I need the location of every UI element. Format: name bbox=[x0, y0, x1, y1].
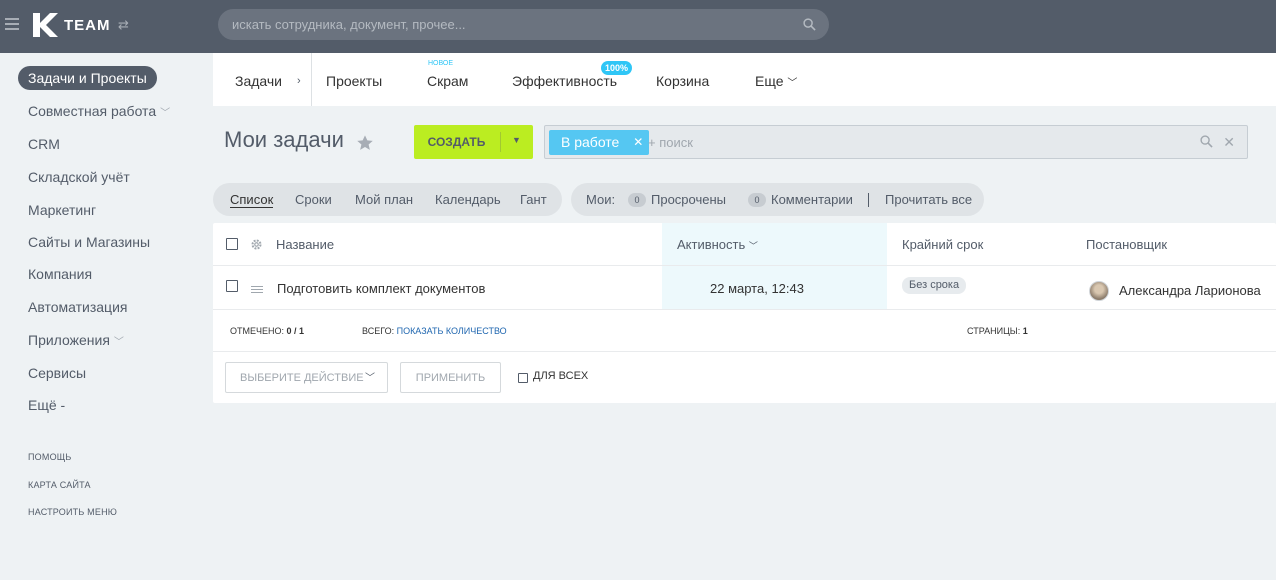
grid-header: Название Активность ﹀ Крайний срок Поста… bbox=[213, 223, 1276, 266]
remove-tag-icon[interactable]: ✕ bbox=[633, 130, 643, 155]
sidebar: Задачи и Проекты Совместная работа ﹀ CRM … bbox=[0, 53, 213, 580]
tab-trash[interactable]: Корзина bbox=[656, 53, 709, 106]
star-icon[interactable] bbox=[356, 134, 374, 152]
view-switcher: Список Сроки Мой план Календарь Гант bbox=[213, 183, 562, 216]
counter-overdue[interactable]: Просрочены bbox=[651, 183, 726, 217]
tab-tasks[interactable]: Задачи bbox=[235, 53, 282, 106]
tab-more[interactable]: Еще ﹀ bbox=[755, 53, 797, 106]
sidebar-item-apps[interactable]: Приложения ﹀ bbox=[18, 328, 134, 352]
column-deadline[interactable]: Крайний срок bbox=[902, 223, 983, 266]
search-icon[interactable] bbox=[1200, 135, 1213, 148]
close-icon[interactable]: ✕ bbox=[1223, 134, 1235, 151]
read-all-link[interactable]: Прочитать все bbox=[885, 183, 972, 217]
show-count-link[interactable]: ПОКАЗАТЬ КОЛИЧЕСТВО bbox=[397, 326, 507, 336]
logo-k-icon bbox=[33, 13, 58, 37]
page-title: Мои задачи bbox=[224, 127, 344, 152]
counters-label: Мои: bbox=[586, 192, 616, 207]
help-link[interactable]: ПОМОЩЬ bbox=[28, 452, 72, 462]
task-activity: 22 марта, 12:43 bbox=[710, 281, 804, 296]
sort-down-icon: ﹀ bbox=[748, 241, 758, 251]
drag-handle-icon[interactable] bbox=[251, 286, 263, 294]
for-all-checkbox[interactable] bbox=[518, 373, 528, 383]
total-count: ВСЕГО: ПОКАЗАТЬ КОЛИЧЕСТВО bbox=[362, 326, 507, 336]
create-separator bbox=[500, 132, 501, 152]
for-all-label: ДЛЯ ВСЕХ bbox=[533, 370, 589, 382]
grid-footer: ОТМЕЧЕНО: 0 / 1 ВСЕГО: ПОКАЗАТЬ КОЛИЧЕСТ… bbox=[213, 310, 1276, 352]
view-list[interactable]: Список bbox=[230, 183, 274, 208]
sidebar-item-warehouse[interactable]: Складской учёт bbox=[18, 165, 140, 189]
action-select[interactable]: ВЫБЕРИТЕ ДЕЙСТВИЕ ﹀ bbox=[225, 362, 388, 393]
select-all-checkbox[interactable] bbox=[226, 238, 238, 250]
counter-comments[interactable]: Комментарии bbox=[771, 183, 853, 217]
create-button[interactable]: СОЗДАТЬ ▼ bbox=[414, 125, 533, 159]
counters-separator bbox=[868, 193, 869, 207]
avatar[interactable] bbox=[1089, 281, 1109, 301]
counters-bar: Мои: 0 Просрочены 0 Комментарии Прочитат… bbox=[571, 183, 984, 216]
view-plan[interactable]: Мой план bbox=[355, 183, 413, 216]
task-creator[interactable]: Александра Ларионова bbox=[1119, 266, 1261, 310]
sidebar-item-services[interactable]: Сервисы bbox=[18, 361, 96, 385]
column-name[interactable]: Название bbox=[276, 223, 334, 266]
chevron-down-icon: ﹀ bbox=[160, 108, 171, 119]
swap-icon[interactable]: ⇄ bbox=[118, 17, 130, 32]
table-row[interactable]: Подготовить комплект документов 22 марта… bbox=[213, 266, 1276, 310]
chevron-down-icon: ﹀ bbox=[787, 78, 798, 89]
tab-efficiency[interactable]: Эффективность bbox=[512, 53, 617, 106]
task-title-link[interactable]: Подготовить комплект документов bbox=[277, 266, 485, 310]
chevron-down-icon: ﹀ bbox=[365, 373, 375, 384]
sidebar-item-sites[interactable]: Сайты и Магазины bbox=[18, 230, 160, 254]
dropdown-arrow-icon[interactable]: ▼ bbox=[512, 135, 521, 145]
chevron-down-icon: ﹀ bbox=[113, 337, 124, 348]
tab-scrum[interactable]: Скрам bbox=[427, 53, 468, 106]
group-actions: ВЫБЕРИТЕ ДЕЙСТВИЕ ﹀ ПРИМЕНИТЬ ДЛЯ ВСЕХ bbox=[213, 352, 1276, 403]
column-activity[interactable]: Активность ﹀ bbox=[677, 223, 758, 266]
task-filter: В работе ✕ ✕ bbox=[544, 125, 1248, 159]
comments-count: 0 bbox=[748, 193, 766, 207]
global-search bbox=[218, 9, 829, 40]
view-deadlines[interactable]: Сроки bbox=[295, 183, 332, 216]
sidebar-item-crm[interactable]: CRM bbox=[18, 132, 70, 156]
tab-separator bbox=[311, 53, 312, 106]
view-calendar[interactable]: Календарь bbox=[435, 183, 501, 216]
tab-projects[interactable]: Проекты bbox=[326, 53, 382, 106]
create-button-label: СОЗДАТЬ bbox=[427, 135, 486, 149]
deadline-badge[interactable]: Без срока bbox=[902, 277, 967, 294]
apply-button[interactable]: ПРИМЕНИТЬ bbox=[400, 362, 501, 393]
pages-info: СТРАНИЦЫ: 1 bbox=[967, 326, 1028, 336]
logo-text: TEAM bbox=[64, 16, 111, 34]
configure-menu-link[interactable]: НАСТРОИТЬ МЕНЮ bbox=[28, 507, 117, 517]
search-input[interactable] bbox=[218, 9, 778, 40]
sidebar-item-more[interactable]: Ещё - bbox=[18, 393, 75, 417]
chevron-right-icon: › bbox=[297, 75, 301, 87]
filter-search-input[interactable] bbox=[648, 126, 1148, 158]
overdue-count: 0 bbox=[628, 193, 646, 207]
sidebar-item-marketing[interactable]: Маркетинг bbox=[18, 198, 106, 222]
row-checkbox[interactable] bbox=[226, 280, 238, 292]
sidebar-item-tasks[interactable]: Задачи и Проекты bbox=[18, 66, 157, 90]
tab-bar: Задачи › Проекты НОВОЕ Скрам 100% Эффект… bbox=[213, 53, 1276, 106]
sitemap-link[interactable]: КАРТА САЙТА bbox=[28, 480, 91, 490]
top-header: TEAM ⇄ bbox=[0, 0, 1276, 53]
column-creator[interactable]: Постановщик bbox=[1086, 223, 1167, 266]
filter-tag-in-progress[interactable]: В работе ✕ bbox=[549, 130, 650, 155]
search-icon[interactable] bbox=[803, 18, 816, 31]
sidebar-item-collab[interactable]: Совместная работа ﹀ bbox=[18, 99, 180, 123]
view-gantt[interactable]: Гант bbox=[520, 183, 547, 216]
gear-icon[interactable] bbox=[250, 238, 263, 251]
sidebar-item-company[interactable]: Компания bbox=[18, 262, 102, 286]
sidebar-item-automation[interactable]: Автоматизация bbox=[18, 295, 137, 319]
logo[interactable]: TEAM bbox=[31, 11, 111, 39]
menu-icon[interactable] bbox=[5, 18, 19, 30]
selected-count: ОТМЕЧЕНО: 0 / 1 bbox=[230, 326, 305, 336]
task-grid: Название Активность ﹀ Крайний срок Поста… bbox=[213, 223, 1276, 403]
